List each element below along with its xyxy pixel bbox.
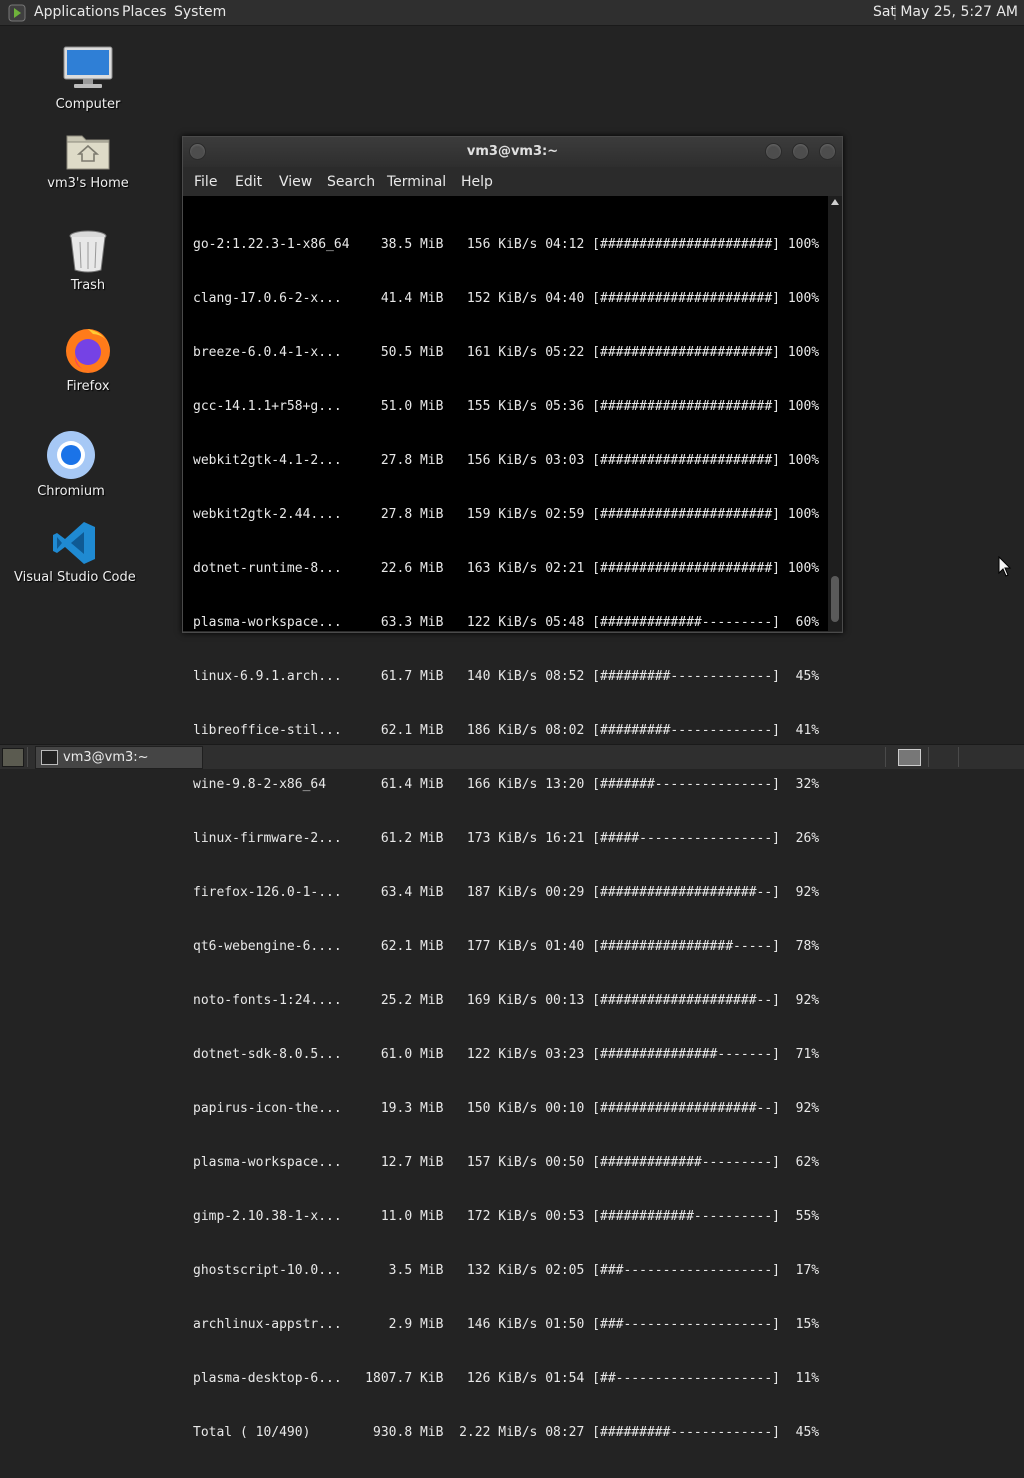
desktop-icon-label: Trash [70,278,106,293]
desktop-icon-label: Visual Studio Code [14,570,136,585]
menu-terminal[interactable]: Terminal [387,167,446,197]
applications-menu[interactable]: Applications [34,0,120,25]
terminal-line: breeze-6.0.4-1-x... 50.5 MiB 161 KiB/s 0… [193,345,820,360]
panel-separator [885,747,886,767]
maximize-button[interactable] [792,143,809,160]
terminal-text: go-2:1.22.3-1-x86_64 38.5 MiB 156 KiB/s … [193,200,819,1478]
terminal-line: qt6-webengine-6.... 62.1 MiB 177 KiB/s 0… [193,939,820,954]
desktop-icon-label: Computer [55,97,121,112]
terminal-line: plasma-desktop-6... 1807.7 KiB 126 KiB/s… [193,1371,820,1386]
desktop-icon-computer[interactable]: Computer [48,45,128,112]
mouse-pointer-icon [998,556,1012,577]
scroll-up-arrow-icon[interactable] [831,199,839,205]
terminal-menubar: File Edit View Search Terminal Help [183,167,842,195]
computer-icon [63,46,113,88]
close-button[interactable] [819,143,836,160]
menu-view[interactable]: View [279,167,312,197]
terminal-scrollbar[interactable] [828,196,842,631]
desktop-icon-label: Chromium [37,484,105,499]
minimize-button[interactable] [765,143,782,160]
desktop-icon-label: vm3's Home [47,176,129,191]
menu-search[interactable]: Search [327,167,375,197]
desktop-icon-vscode[interactable]: Visual Studio Code [14,520,136,585]
bottom-panel: vm3@vm3:~ [0,744,1024,769]
panel-separator [928,747,929,767]
clock[interactable]: Sat May 25, 5:27 AM [873,0,1018,25]
taskbar-window-label: vm3@vm3:~ [63,750,149,765]
menu-edit[interactable]: Edit [235,167,262,197]
places-menu[interactable]: Places [122,0,167,25]
desktop-icon-home[interactable]: vm3's Home [43,128,133,191]
terminal-line: gcc-14.1.1+r58+g... 51.0 MiB 155 KiB/s 0… [193,399,820,414]
workspace-switcher[interactable] [898,749,921,766]
desktop-icon-chromium[interactable]: Chromium [31,430,111,499]
terminal-line: webkit2gtk-4.1-2... 27.8 MiB 156 KiB/s 0… [193,453,820,468]
panel-separator [958,747,959,767]
panel-separator [27,747,28,767]
terminal-window[interactable]: vm3@vm3:~ File Edit View Search Terminal… [182,136,843,1440]
terminal-line: linux-firmware-2... 61.2 MiB 173 KiB/s 1… [193,831,820,846]
terminal-line: plasma-workspace... 63.3 MiB 122 KiB/s 0… [193,615,820,630]
terminal-line: ghostscript-10.0... 3.5 MiB 132 KiB/s 02… [193,1263,820,1278]
terminal-line: clang-17.0.6-2-x... 41.4 MiB 152 KiB/s 0… [193,291,820,306]
scrollbar-thumb[interactable] [831,576,839,622]
terminal-line: Total ( 10/490) 930.8 MiB 2.22 MiB/s 08:… [193,1425,820,1440]
terminal-line: firefox-126.0-1-... 63.4 MiB 187 KiB/s 0… [193,885,820,900]
terminal-line: libreoffice-stil... 62.1 MiB 186 KiB/s 0… [193,723,820,738]
menu-file[interactable]: File [194,167,217,197]
applications-logo-icon[interactable] [8,4,26,22]
terminal-line: wine-9.8-2-x86_64 61.4 MiB 166 KiB/s 13:… [193,777,820,792]
terminal-line: noto-fonts-1:24.... 25.2 MiB 169 KiB/s 0… [193,993,820,1008]
window-title: vm3@vm3:~ [466,144,559,159]
vscode-icon [53,522,95,564]
terminal-output[interactable]: go-2:1.22.3-1-x86_64 38.5 MiB 156 KiB/s … [183,196,828,1440]
window-titlebar[interactable]: vm3@vm3:~ [183,137,842,167]
chromium-icon [47,431,95,479]
terminal-icon [41,750,58,765]
home-folder-icon [66,135,110,170]
terminal-line: archlinux-appstr... 2.9 MiB 146 KiB/s 01… [193,1317,820,1332]
terminal-line: dotnet-sdk-8.0.5... 61.0 MiB 122 KiB/s 0… [193,1047,820,1062]
taskbar-window-button[interactable]: vm3@vm3:~ [35,746,203,769]
desktop-icon-trash[interactable]: Trash [48,228,128,293]
menu-help[interactable]: Help [461,167,493,197]
desktop-icon-firefox[interactable]: Firefox [48,325,128,394]
desktop-icon-label: Firefox [66,379,110,394]
terminal-line: webkit2gtk-2.44.... 27.8 MiB 159 KiB/s 0… [193,507,820,522]
trash-icon [69,230,107,273]
system-menu[interactable]: System [174,0,226,25]
terminal-line: go-2:1.22.3-1-x86_64 38.5 MiB 156 KiB/s … [193,237,820,252]
terminal-line: gimp-2.10.38-1-x... 11.0 MiB 172 KiB/s 0… [193,1209,820,1224]
terminal-line: plasma-workspace... 12.7 MiB 157 KiB/s 0… [193,1155,820,1170]
top-panel: Applications Places System Sat May 25, 5… [0,0,1024,26]
show-desktop-icon[interactable] [2,748,24,767]
terminal-line: papirus-icon-the... 19.3 MiB 150 KiB/s 0… [193,1101,820,1116]
terminal-line: linux-6.9.1.arch... 61.7 MiB 140 KiB/s 0… [193,669,820,684]
firefox-icon [66,329,110,373]
terminal-line: dotnet-runtime-8... 22.6 MiB 163 KiB/s 0… [193,561,820,576]
